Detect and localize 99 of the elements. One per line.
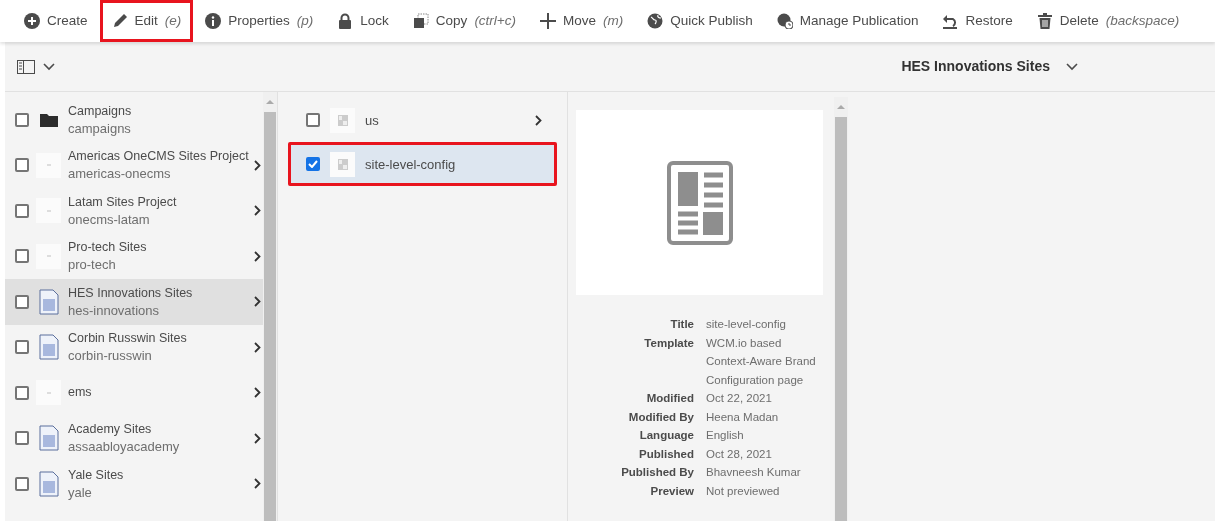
list-item[interactable]: us [288, 98, 557, 142]
checkbox[interactable] [15, 294, 29, 309]
list-item[interactable]: Pro-tech Sites pro-tech [5, 233, 263, 279]
list-item[interactable]: Americas OneCMS Sites Project americas-onecms [5, 142, 263, 188]
page-icon [38, 425, 59, 452]
item-title: Yale Sites [68, 466, 125, 484]
meta-value: Bhavneesh Kumar [706, 465, 802, 480]
lock-icon [337, 13, 354, 29]
item-subtitle: campaigns [68, 119, 132, 137]
list-item[interactable]: HES Innovations Sites hes-innovations [5, 279, 263, 325]
item-title: Academy Sites [68, 421, 153, 439]
scrollbar-thumb[interactable] [835, 117, 847, 521]
item-title: HES Innovations Sites [68, 284, 194, 302]
item-subtitle: americas-onecms [68, 165, 172, 183]
checkbox[interactable] [15, 340, 29, 355]
meta-label: Template [643, 335, 694, 351]
meta-label: Title [669, 317, 694, 332]
panel-icon [17, 59, 35, 74]
list-item[interactable]: Latam Sites Project onecms-latam [5, 188, 263, 234]
item-subtitle: yale [68, 483, 93, 501]
item-subtitle: assaabloyacademy [68, 438, 181, 456]
meta-value: Oct 22, 2021 [706, 391, 773, 406]
item-subtitle: pro-tech [68, 256, 117, 274]
item-title: Pro-tech Sites [68, 239, 148, 257]
blank-thumbnail [36, 380, 61, 406]
item-title: Latam Sites Project [68, 193, 178, 211]
blank-thumbnail [36, 152, 61, 178]
info-icon [205, 13, 222, 29]
scrollbar-thumb[interactable] [264, 112, 276, 521]
globe-clock-icon [776, 13, 793, 29]
toolbar-button[interactable]: Move (m) [528, 0, 636, 42]
item-title: ems [68, 384, 93, 402]
checkbox[interactable] [15, 476, 29, 491]
list-item[interactable]: Yale Sites yale [5, 461, 263, 507]
template-icon [337, 158, 348, 170]
meta-value: Not previewed [706, 483, 781, 499]
item-title: Americas OneCMS Sites Project [68, 148, 247, 166]
meta-label: Modified [645, 391, 694, 406]
item-title: Campaigns [68, 102, 133, 120]
meta-value: WCM.io based Context-Aware Brand Configuration page [706, 335, 817, 388]
globe-icon [647, 13, 664, 29]
page-icon [38, 334, 59, 361]
meta-value: English [706, 428, 745, 443]
blank-thumbnail [36, 198, 61, 224]
folder-icon [39, 112, 58, 127]
toolbar-button[interactable]: Edit (e) [99, 0, 194, 42]
meta-value: Oct 28, 2021 [706, 446, 773, 462]
rail-toggle-button[interactable] [17, 59, 55, 74]
move-icon [540, 13, 556, 29]
toolbar-button[interactable]: Restore [930, 0, 1025, 42]
item-title: Corbin Russwin Sites [68, 330, 188, 348]
meta-label: Language [638, 428, 694, 443]
blank-thumbnail [36, 243, 61, 269]
list-item[interactable]: site-level-config [288, 142, 557, 186]
checkbox[interactable] [15, 385, 29, 400]
toolbar-button[interactable]: Quick Publish [635, 0, 765, 42]
item-subtitle: hes-innovations [68, 301, 161, 319]
copy-icon [412, 13, 429, 29]
item-subtitle: onecms-latam [68, 210, 151, 228]
toolbar-button[interactable]: Copy (ctrl+c) [400, 0, 528, 42]
undo-icon [942, 13, 959, 29]
scroll-up-icon [837, 104, 845, 109]
meta-value: Heena Madan [706, 409, 780, 425]
meta-label: Modified By [627, 409, 694, 425]
plus-icon [24, 13, 40, 29]
list-item[interactable]: Corbin Russwin Sites corbin-russwin [5, 324, 263, 370]
checkbox[interactable] [15, 158, 29, 173]
toolbar-button[interactable]: Create [12, 0, 100, 42]
checkbox[interactable] [306, 113, 320, 127]
breadcrumb-title[interactable]: HES Innovations Sites [901, 56, 1050, 77]
page-layout-icon [666, 160, 733, 245]
page-icon [38, 288, 59, 315]
checkbox[interactable] [15, 203, 29, 218]
checkbox[interactable] [15, 249, 29, 264]
template-icon [337, 114, 348, 126]
toolbar-button[interactable]: Manage Publication [764, 0, 931, 42]
toolbar-button[interactable]: Lock [325, 0, 401, 42]
item-subtitle: corbin-russwin [68, 347, 153, 365]
chevron-down-icon [43, 62, 55, 71]
checkbox[interactable] [15, 112, 29, 127]
list-item[interactable]: Campaigns campaigns [5, 97, 263, 143]
checkbox[interactable] [306, 157, 320, 171]
chevron-down-icon [1066, 62, 1078, 71]
checkmark-icon [308, 160, 318, 168]
meta-label: Published By [620, 465, 694, 480]
item-title: us [365, 111, 380, 129]
item-title: site-level-config [365, 155, 457, 173]
meta-value: site-level-config [706, 317, 787, 332]
page-icon [38, 470, 59, 497]
list-item[interactable]: Academy Sites assaabloyacademy [5, 415, 263, 461]
checkbox[interactable] [15, 431, 29, 446]
list-item[interactable]: ems [5, 370, 263, 416]
toolbar-button[interactable]: Delete (backspace) [1024, 0, 1192, 42]
meta-label: Published [638, 446, 694, 462]
toolbar-button[interactable]: Properties (p) [193, 0, 326, 42]
meta-label: Preview [649, 483, 694, 499]
scroll-up-icon [266, 99, 274, 104]
trash-icon [1036, 13, 1053, 29]
pencil-icon [111, 13, 128, 29]
